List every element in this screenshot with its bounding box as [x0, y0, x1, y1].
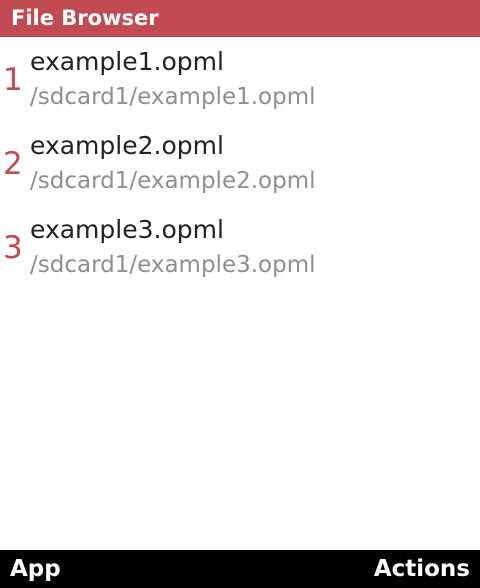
file-index: 3 — [3, 230, 23, 266]
softkey-bar: App Actions — [0, 550, 480, 588]
file-list-item[interactable]: 2 example2.opml /sdcard1/example2.opml — [0, 121, 480, 205]
file-list: 1 example1.opml /sdcard1/example1.opml 2… — [0, 37, 480, 289]
file-index: 2 — [3, 146, 23, 182]
file-path: /sdcard1/example2.opml — [30, 168, 316, 194]
file-list-item[interactable]: 1 example1.opml /sdcard1/example1.opml — [0, 37, 480, 121]
file-index: 1 — [3, 62, 23, 98]
title-bar: File Browser — [0, 0, 480, 37]
file-name: example3.opml — [30, 215, 224, 244]
actions-softkey[interactable]: Actions — [374, 554, 470, 584]
file-name: example1.opml — [30, 47, 224, 76]
file-path: /sdcard1/example3.opml — [30, 252, 316, 278]
file-path: /sdcard1/example1.opml — [30, 84, 316, 110]
app-softkey[interactable]: App — [10, 554, 61, 584]
app-title: File Browser — [11, 6, 159, 30]
file-list-item[interactable]: 3 example3.opml /sdcard1/example3.opml — [0, 205, 480, 289]
file-name: example2.opml — [30, 131, 224, 160]
